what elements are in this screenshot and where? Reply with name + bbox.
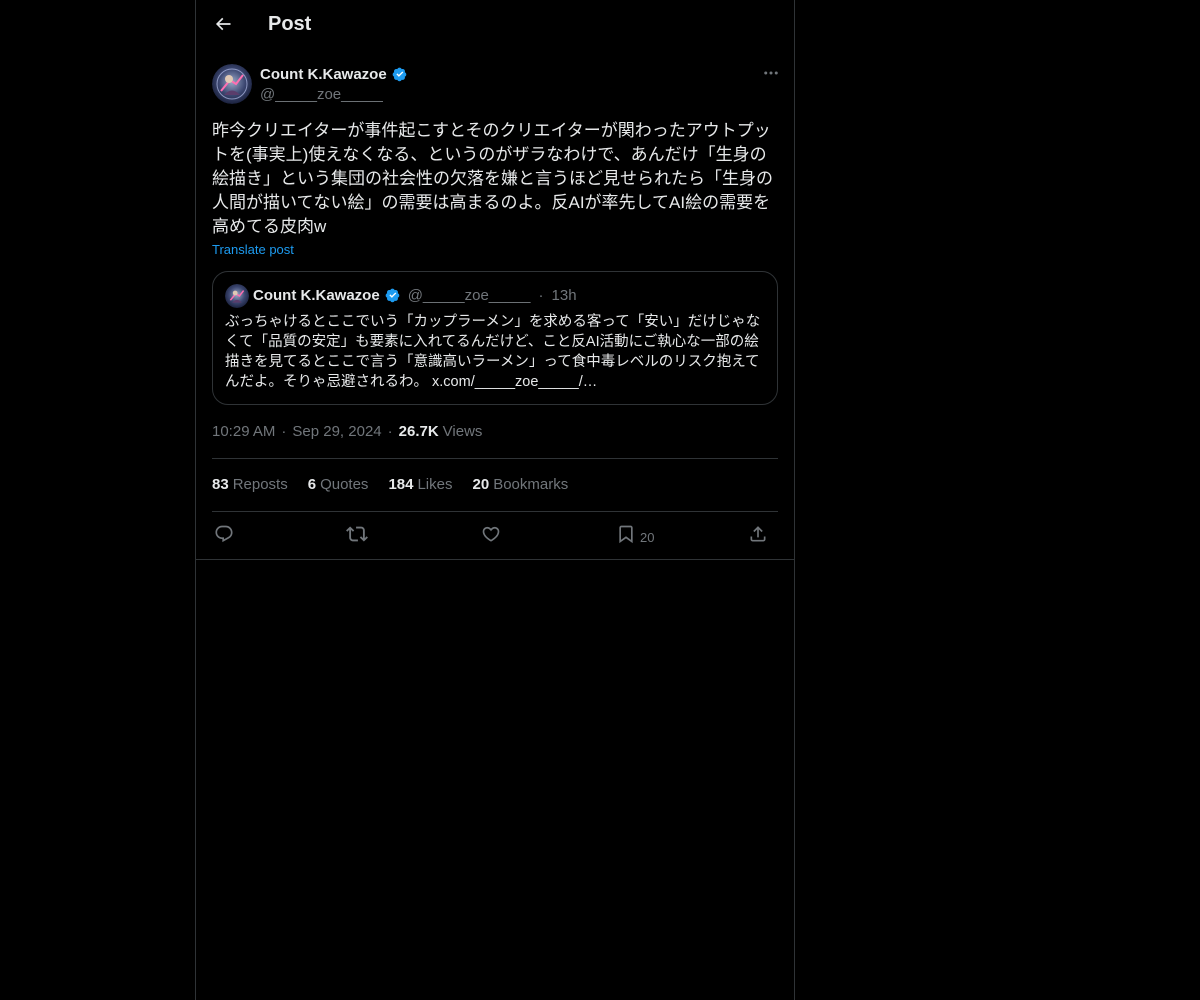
post-stats: 83 Reposts 6 Quotes 184 Likes 20 Bookmarks bbox=[212, 476, 588, 493]
post-header: Post bbox=[196, 0, 794, 53]
bookmark-icon bbox=[616, 524, 636, 549]
quotes-stat[interactable]: 6 Quotes bbox=[308, 476, 369, 493]
page-title: Post bbox=[268, 13, 312, 35]
heart-icon bbox=[481, 524, 501, 549]
quote-author-handle: @_____zoe_____ bbox=[407, 286, 531, 304]
post-actions: 20 bbox=[212, 522, 778, 550]
repost-icon bbox=[346, 523, 368, 550]
quoted-post-card[interactable]: Count K.Kawazoe @_____zoe_____ · 13h ぶっち… bbox=[212, 271, 778, 405]
like-button[interactable] bbox=[481, 522, 501, 550]
quote-timestamp: 13h bbox=[551, 286, 577, 304]
likes-stat[interactable]: 184 Likes bbox=[388, 476, 452, 493]
meta-separator: · bbox=[281, 423, 287, 440]
post-time[interactable]: 10:29 AM bbox=[212, 423, 275, 440]
post-bottom-border bbox=[196, 559, 794, 560]
bookmark-button[interactable]: 20 bbox=[616, 522, 654, 550]
meta-separator: · bbox=[387, 423, 393, 440]
bookmarks-label: Bookmarks bbox=[493, 476, 569, 493]
post-meta: 10:29 AM · Sep 29, 2024 · 26.7K Views bbox=[212, 423, 482, 440]
post-text: 昨今クリエイターが事件起こすとそのクリエイターが関わったアウトプットを(事実上)… bbox=[212, 121, 773, 236]
quotes-label: Quotes bbox=[320, 476, 369, 493]
post-date[interactable]: Sep 29, 2024 bbox=[292, 423, 381, 440]
verified-badge-icon bbox=[391, 65, 409, 83]
quotes-count: 6 bbox=[307, 476, 317, 493]
bookmarks-count: 20 bbox=[472, 476, 490, 493]
divider bbox=[212, 511, 778, 512]
reply-icon bbox=[214, 524, 234, 549]
quote-avatar bbox=[225, 284, 249, 308]
reposts-label: Reposts bbox=[232, 476, 288, 493]
likes-count: 184 bbox=[388, 476, 414, 493]
bookmark-count: 20 bbox=[640, 530, 655, 545]
share-icon bbox=[748, 524, 768, 549]
quote-author-name: Count K.Kawazoe bbox=[253, 286, 380, 304]
reply-button[interactable] bbox=[214, 522, 234, 550]
author-avatar[interactable] bbox=[212, 64, 252, 104]
views-label: Views bbox=[442, 423, 483, 440]
views-count: 26.7K bbox=[398, 423, 439, 440]
author-handle[interactable]: @_____zoe_____ bbox=[260, 86, 383, 103]
translate-post-link[interactable]: Translate post bbox=[212, 242, 294, 257]
author-name-row: Count K.Kawazoe bbox=[260, 65, 409, 83]
divider bbox=[212, 458, 778, 459]
reposts-count: 83 bbox=[212, 476, 229, 493]
repost-button[interactable] bbox=[346, 522, 368, 550]
more-button[interactable] bbox=[760, 64, 782, 86]
quote-separator: · bbox=[538, 286, 544, 304]
bookmarks-stat[interactable]: 20 Bookmarks bbox=[473, 476, 569, 493]
likes-label: Likes bbox=[417, 476, 453, 493]
back-button[interactable] bbox=[206, 9, 240, 43]
author-name[interactable]: Count K.Kawazoe bbox=[260, 66, 387, 83]
verified-badge-icon bbox=[384, 286, 402, 304]
reposts-stat[interactable]: 83 Reposts bbox=[212, 476, 288, 493]
share-button[interactable] bbox=[748, 522, 768, 550]
arrow-left-icon bbox=[213, 14, 233, 39]
quote-text: ぶっちゃけるとここでいう「カップラーメン」を求める客って「安い」だけじゃなくて「… bbox=[225, 314, 761, 390]
quote-header: Count K.Kawazoe @_____zoe_____ · 13h bbox=[253, 286, 577, 304]
post-column: Post Count K.Kawazoe @_____zoe_____ 昨今クリ… bbox=[195, 0, 795, 1000]
more-horizontal-icon bbox=[762, 64, 780, 87]
